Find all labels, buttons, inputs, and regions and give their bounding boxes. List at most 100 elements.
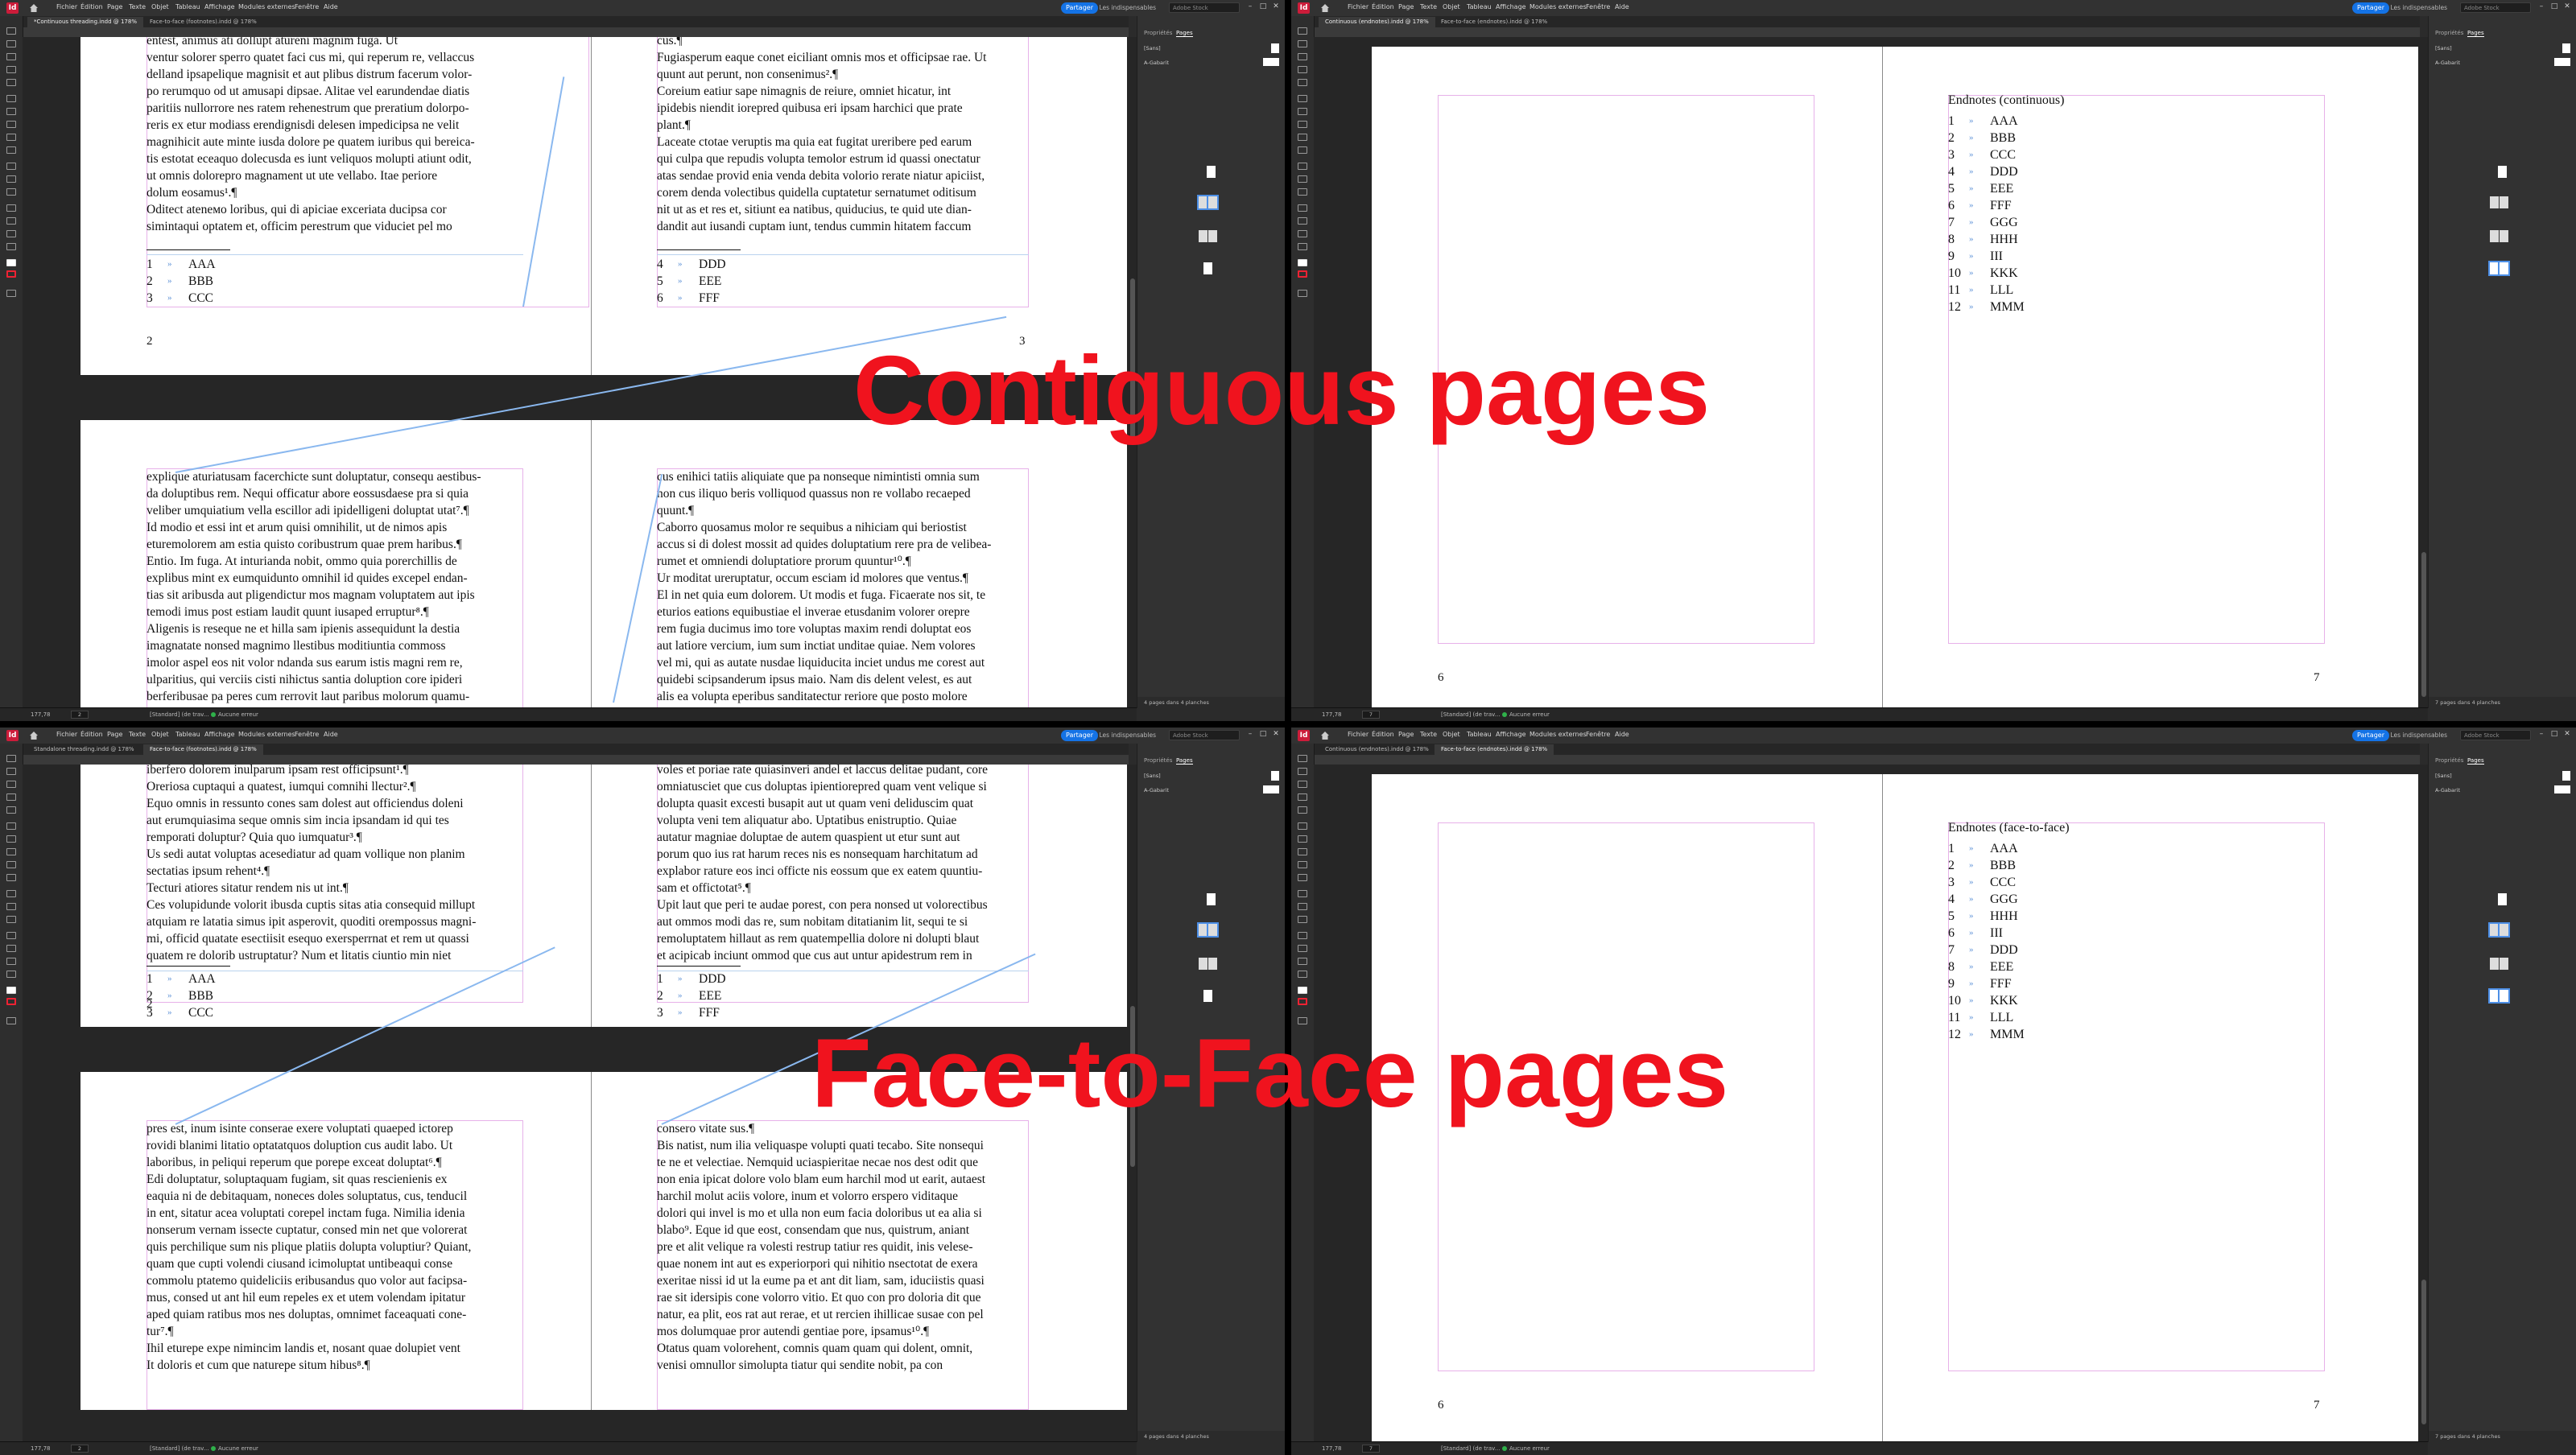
- workspace-select[interactable]: Les indispensables: [1099, 732, 1156, 739]
- page-thumbnail[interactable]: [2500, 958, 2508, 970]
- menu-layout[interactable]: Page: [107, 731, 122, 738]
- menu-layout[interactable]: Page: [1398, 731, 1414, 738]
- pencil-tool-icon[interactable]: [1298, 121, 1307, 128]
- zoom-tool-icon[interactable]: [1298, 243, 1307, 250]
- preflight-status[interactable]: Aucune erreur: [211, 1442, 258, 1455]
- maximize-icon[interactable]: □: [1259, 2, 1267, 10]
- page-thumbnail[interactable]: [1207, 195, 1219, 210]
- page-thumbnail[interactable]: [1207, 922, 1219, 938]
- page-thumbnail[interactable]: [2490, 230, 2499, 242]
- page-thumbnail[interactable]: [2498, 922, 2510, 938]
- zoom-tool-icon[interactable]: [6, 971, 16, 978]
- fill-swatch-icon[interactable]: [1298, 987, 1307, 994]
- close-icon[interactable]: ✕: [2563, 2, 2571, 10]
- eyedropper-tool-icon[interactable]: [1298, 217, 1307, 225]
- gradient-tool-icon[interactable]: [6, 188, 16, 196]
- master-none[interactable]: [Sans]: [1144, 45, 1161, 52]
- menu-type[interactable]: Texte: [1420, 731, 1437, 738]
- tab-pages[interactable]: Pages: [1176, 757, 1193, 765]
- tab-document-active[interactable]: Face-to-face (footnotes).indd @ 178%: [143, 744, 263, 755]
- menu-file[interactable]: Fichier: [56, 731, 77, 738]
- menu-object[interactable]: Objet: [151, 731, 169, 738]
- preflight-status[interactable]: Aucune erreur: [211, 708, 258, 721]
- maximize-icon[interactable]: □: [2550, 2, 2558, 10]
- page-thumbnail[interactable]: [1203, 262, 1212, 274]
- master-none[interactable]: [Sans]: [1144, 773, 1161, 779]
- page-thumbnail[interactable]: [2488, 922, 2500, 938]
- menu-file[interactable]: Fichier: [1348, 3, 1368, 10]
- rectangle-frame-tool-icon[interactable]: [1298, 861, 1307, 868]
- master-a[interactable]: A-Gabarit: [2435, 787, 2460, 793]
- rectangle-frame-tool-icon[interactable]: [6, 134, 16, 141]
- page-thumbnail[interactable]: [1203, 990, 1212, 1002]
- body-text-frame[interactable]: iberfero dolorem inulparum ipsam rest of…: [147, 765, 523, 964]
- status-master[interactable]: [Standard] (de trav...: [1441, 1442, 1500, 1455]
- gap-tool-icon[interactable]: [6, 66, 16, 73]
- tab-pages[interactable]: Pages: [2467, 757, 2484, 765]
- gap-tool-icon[interactable]: [1298, 66, 1307, 73]
- share-button[interactable]: Partager: [2352, 730, 2389, 741]
- selection-tool-icon[interactable]: [1298, 27, 1307, 35]
- gradient-tool-icon[interactable]: [1298, 916, 1307, 923]
- preflight-status[interactable]: Aucune erreur: [1502, 1442, 1550, 1455]
- master-thumbnail[interactable]: [2554, 785, 2570, 793]
- free-transform-tool-icon[interactable]: [1298, 175, 1307, 183]
- tab-document[interactable]: Face-to-face (footnotes).indd @ 178%: [143, 17, 263, 27]
- tab-pages[interactable]: Pages: [1176, 30, 1193, 37]
- hand-tool-icon[interactable]: [6, 958, 16, 965]
- page-thumbnail[interactable]: [2488, 988, 2500, 1004]
- rectangle-tool-icon[interactable]: [6, 146, 16, 154]
- pencil-tool-icon[interactable]: [6, 848, 16, 855]
- menu-layout[interactable]: Page: [107, 3, 122, 10]
- menu-edit[interactable]: Édition: [1372, 3, 1394, 10]
- page-thumbnail[interactable]: [1199, 958, 1208, 970]
- menu-help[interactable]: Aide: [324, 731, 338, 738]
- help-search-input[interactable]: Adobe Stock: [1169, 2, 1240, 13]
- home-icon[interactable]: [1320, 731, 1330, 740]
- menu-window[interactable]: Fenêtre: [1586, 731, 1610, 738]
- menu-window[interactable]: Fenêtre: [295, 3, 319, 10]
- rectangle-tool-icon[interactable]: [1298, 874, 1307, 881]
- menu-help[interactable]: Aide: [324, 3, 338, 10]
- tab-document[interactable]: Standalone threading.indd @ 178%: [27, 744, 141, 755]
- pencil-tool-icon[interactable]: [1298, 848, 1307, 855]
- page-thumbnail[interactable]: [2498, 261, 2510, 276]
- free-transform-tool-icon[interactable]: [6, 903, 16, 910]
- eyedropper-tool-icon[interactable]: [6, 945, 16, 952]
- vertical-scrollbar[interactable]: [2420, 37, 2428, 708]
- maximize-icon[interactable]: □: [1259, 730, 1267, 738]
- menu-object[interactable]: Objet: [1443, 3, 1460, 10]
- workspace-select[interactable]: Les indispensables: [2390, 4, 2447, 11]
- page-thumbnail[interactable]: [1197, 922, 1209, 938]
- pen-tool-icon[interactable]: [1298, 108, 1307, 115]
- page-thumbnail[interactable]: [1207, 893, 1216, 905]
- screen-mode-icon[interactable]: [1298, 290, 1307, 297]
- tab-properties[interactable]: Propriétés: [1144, 757, 1172, 764]
- selection-tool-icon[interactable]: [6, 27, 16, 35]
- line-tool-icon[interactable]: [6, 95, 16, 102]
- page-thumbnail[interactable]: [2498, 988, 2510, 1004]
- master-thumbnail[interactable]: [2562, 43, 2570, 53]
- note-tool-icon[interactable]: [1298, 932, 1307, 939]
- tab-document-active[interactable]: Face-to-face (endnotes).indd @ 178%: [1435, 744, 1554, 755]
- pencil-tool-icon[interactable]: [6, 121, 16, 128]
- rectangle-tool-icon[interactable]: [1298, 146, 1307, 154]
- eyedropper-tool-icon[interactable]: [1298, 945, 1307, 952]
- screen-mode-icon[interactable]: [6, 290, 16, 297]
- share-button[interactable]: Partager: [1061, 730, 1098, 741]
- help-search-input[interactable]: Adobe Stock: [1169, 730, 1240, 740]
- direct-selection-tool-icon[interactable]: [6, 40, 16, 47]
- body-text-frame[interactable]: pres est, inum isinte conserae exere vol…: [147, 1120, 523, 1375]
- page-field[interactable]: 7: [1362, 1445, 1380, 1453]
- zoom-level[interactable]: 177,78: [1322, 708, 1342, 721]
- preflight-status[interactable]: Aucune erreur: [1502, 708, 1550, 721]
- menu-object[interactable]: Objet: [151, 3, 169, 10]
- close-icon[interactable]: ✕: [2563, 730, 2571, 738]
- body-text-frame[interactable]: explique aturiatusam facerchicte sunt do…: [147, 468, 523, 708]
- master-thumbnail[interactable]: [1263, 58, 1279, 66]
- workspace-select[interactable]: Les indispensables: [2390, 732, 2447, 739]
- menu-table[interactable]: Tableau: [1467, 731, 1492, 738]
- master-a[interactable]: A-Gabarit: [1144, 787, 1169, 793]
- screen-mode-icon[interactable]: [6, 1017, 16, 1024]
- menu-view[interactable]: Affichage: [1496, 731, 1526, 738]
